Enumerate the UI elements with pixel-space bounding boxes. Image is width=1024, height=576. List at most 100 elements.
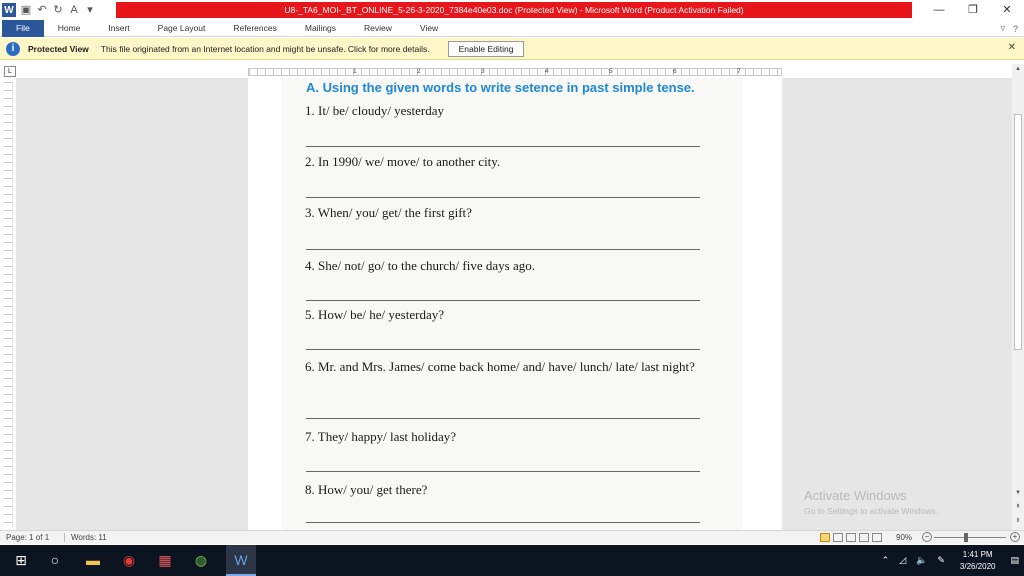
tab-page-layout[interactable]: Page Layout [144, 20, 220, 37]
customize-icon[interactable]: ▾ [84, 4, 96, 16]
window-title: U8-_TA6_MOI-_BT_ONLINE_5-26-3-2020_7384e… [116, 2, 912, 18]
word-taskbar-button[interactable]: W [226, 545, 256, 576]
scroll-up-icon[interactable]: ▲ [1012, 64, 1024, 74]
tab-selector[interactable]: L [4, 66, 16, 77]
app-icon[interactable]: ◍ [192, 551, 210, 569]
next-page-icon[interactable]: ⇟ [1012, 516, 1024, 526]
ruler-number: 4 [545, 68, 549, 75]
close-button[interactable]: ✕ [990, 0, 1024, 20]
pen-icon[interactable]: ✎ [937, 555, 945, 566]
info-icon: i [6, 41, 20, 56]
answer-line [306, 146, 700, 147]
app-icon[interactable]: ◉ [120, 551, 138, 569]
network-icon[interactable]: ◿ [899, 555, 906, 566]
ribbon-tabs: File Home Insert Page Layout References … [0, 19, 1024, 37]
scroll-thumb[interactable] [1014, 114, 1022, 350]
activate-windows-watermark: Activate Windows Go to Settings to activ… [804, 488, 938, 516]
clock-date: 3/26/2020 [959, 561, 996, 571]
word-logo-icon[interactable]: W [2, 3, 16, 17]
word-icon: W [234, 552, 248, 568]
clock-time: 1:41 PM [962, 549, 993, 559]
question-text: 4. She/ not/ go/ to the church/ five day… [305, 258, 535, 273]
zoom-slider-thumb[interactable] [964, 533, 968, 542]
answer-line [306, 197, 700, 198]
ruler-number: 7 [737, 68, 741, 75]
taskbar: ⊞ ○ ▬ ◉ ▦ ◍ W ⌃ ◿ 🔈 ✎ 1:41 PM 3/26/2020 … [0, 545, 1024, 576]
zoom-level[interactable]: 90% [896, 533, 912, 542]
ruler-number: 1 [353, 68, 357, 75]
answer-line [306, 471, 700, 472]
tab-mailings[interactable]: Mailings [291, 20, 350, 37]
zoom-slider[interactable] [934, 537, 1006, 538]
zoom-out-icon[interactable]: − [922, 532, 932, 542]
question-text: 3. When/ you/ get/ the first gift? [305, 205, 472, 220]
print-layout-icon[interactable] [820, 533, 830, 542]
horizontal-ruler[interactable]: 1 2 3 4 5 6 7 [248, 68, 782, 76]
volume-icon[interactable]: 🔈 [916, 555, 927, 566]
tab-home[interactable]: Home [44, 20, 95, 37]
save-icon[interactable]: ▣ [20, 4, 32, 16]
draft-icon[interactable] [872, 533, 882, 542]
scroll-down-icon[interactable]: ▼ [1012, 488, 1024, 498]
page-count[interactable]: Page: 1 of 1 [6, 533, 49, 542]
document-page[interactable]: A. Using the given words to write setenc… [248, 78, 782, 530]
tab-review[interactable]: Review [350, 20, 406, 37]
tab-view[interactable]: View [406, 20, 452, 37]
vertical-ruler[interactable] [4, 82, 13, 528]
answer-line [306, 522, 700, 523]
question-text: 2. In 1990/ we/ move/ to another city. [305, 154, 501, 169]
ruler-number: 2 [417, 68, 421, 75]
minimize-button[interactable]: — [922, 0, 956, 20]
window-controls: — ❐ ✕ [922, 0, 1024, 20]
search-icon[interactable]: ○ [46, 551, 64, 569]
protected-view-message[interactable]: This file originated from an Internet lo… [101, 44, 430, 54]
previous-page-icon[interactable]: ⇞ [1012, 502, 1024, 512]
help-icon[interactable]: ? [1013, 24, 1018, 34]
app-icon[interactable]: ▦ [156, 551, 174, 569]
full-screen-reading-icon[interactable] [833, 533, 843, 542]
tab-file[interactable]: File [2, 19, 44, 37]
answer-line [306, 349, 700, 350]
vertical-scrollbar[interactable]: ▲ ▼ ⇞ ⇟ [1012, 64, 1024, 530]
redo-icon[interactable]: ↻ [52, 4, 64, 16]
notification-icon[interactable]: ▤ [1010, 555, 1019, 566]
tab-references[interactable]: References [219, 20, 290, 37]
clock[interactable]: 1:41 PM 3/26/2020 [960, 549, 996, 573]
word-count[interactable]: Words: 11 [64, 533, 107, 542]
title-bar: W ▣ ↶ ↻ A ▾ U8-_TA6_MOI-_BT_ONLINE_5-26-… [0, 0, 1024, 20]
ruler-number: 3 [481, 68, 485, 75]
outline-icon[interactable] [859, 533, 869, 542]
document-workspace[interactable]: A. Using the given words to write setenc… [16, 78, 1012, 530]
windows-start-icon[interactable]: ⊞ [12, 551, 30, 569]
enable-editing-button[interactable]: Enable Editing [447, 40, 525, 57]
restore-button[interactable]: ❐ [956, 0, 990, 20]
question-text: 6. Mr. and Mrs. James/ come back home/ a… [305, 359, 695, 374]
web-layout-icon[interactable] [846, 533, 856, 542]
tab-insert[interactable]: Insert [94, 20, 143, 37]
chevron-down-icon[interactable]: ▿ [1000, 23, 1005, 34]
system-tray: ⌃ ◿ 🔈 ✎ 1:41 PM 3/26/2020 ▤ [877, 545, 1024, 576]
protected-view-bar: i Protected View This file originated fr… [0, 38, 1024, 60]
answer-line [306, 300, 700, 301]
answer-line [306, 418, 700, 419]
chevron-up-icon[interactable]: ⌃ [882, 555, 890, 566]
watermark-subtitle: Go to Settings to activate Windows. [804, 506, 939, 516]
question-text: 1. It/ be/ cloudy/ yesterday [305, 103, 444, 118]
question-text: 5. How/ be/ he/ yesterday? [305, 307, 444, 322]
ruler-number: 6 [673, 68, 677, 75]
view-buttons [820, 533, 882, 542]
quick-access-toolbar: W ▣ ↶ ↻ A ▾ [2, 2, 96, 18]
file-explorer-icon[interactable]: ▬ [84, 551, 102, 569]
zoom-in-icon[interactable]: + [1010, 532, 1020, 542]
status-bar: Page: 1 of 1 Words: 11 90% − + [0, 530, 1024, 544]
ruler-number: 5 [609, 68, 613, 75]
question-text: 8. How/ you/ get there? [305, 482, 428, 497]
font-color-icon[interactable]: A [68, 4, 80, 16]
close-protected-bar-icon[interactable]: ✕ [1008, 42, 1016, 53]
exercise-heading: A. Using the given words to write setenc… [306, 80, 695, 95]
protected-view-title: Protected View [28, 43, 89, 54]
watermark-title: Activate Windows [804, 488, 907, 503]
question-text: 7. They/ happy/ last holiday? [305, 429, 457, 444]
answer-line [306, 249, 700, 250]
undo-icon[interactable]: ↶ [36, 4, 48, 16]
